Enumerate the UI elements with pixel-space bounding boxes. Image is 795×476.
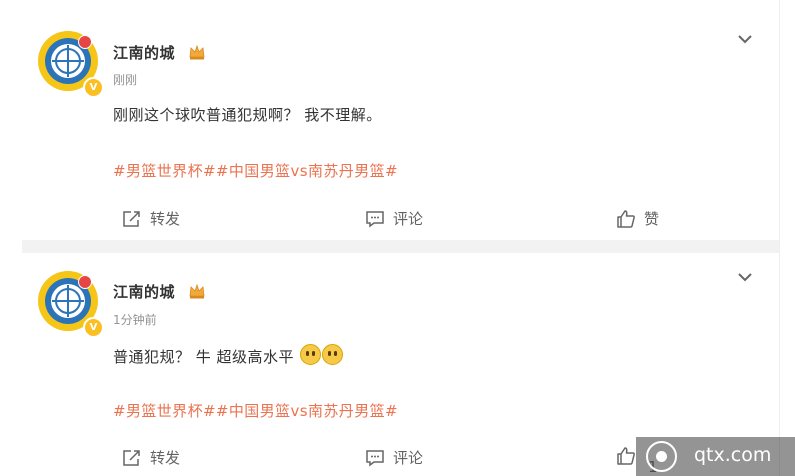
comment-label: 评论: [393, 210, 424, 228]
like-label: 赞: [644, 210, 660, 228]
scroll-edge: [779, 0, 795, 476]
post-content: 刚刚这个球吹普通犯规啊？ 我不理解。: [113, 106, 382, 124]
like-icon: [617, 209, 635, 228]
post-divider: [22, 240, 779, 253]
smile-emoji-icon: [322, 344, 344, 365]
crown-icon: [189, 44, 205, 60]
like-icon: [617, 447, 635, 465]
post-time[interactable]: 1分钟前: [113, 311, 157, 328]
crown-icon: [189, 283, 205, 299]
post-time[interactable]: 刚刚: [113, 71, 137, 88]
comment-button[interactable]: 评论: [365, 447, 423, 468]
watermark-logo-icon: [646, 441, 677, 472]
watermark-text: qtx.com: [694, 444, 772, 466]
comment-icon: [366, 210, 384, 227]
avatar-pin-icon: [78, 275, 92, 289]
feed: V 江南的城 刚刚 刚刚这个球吹普通犯规啊？ 我不理解。 #男篮世界杯##中国男…: [22, 0, 779, 476]
like-button[interactable]: 赞: [616, 208, 659, 229]
post-hashtags[interactable]: #男篮世界杯##中国男篮vs南苏丹男篮#: [113, 160, 398, 181]
avatar-pin-icon: [78, 35, 92, 49]
repost-label: 转发: [150, 210, 181, 228]
post-content: 普通犯规？ 牛 超级高水平: [113, 344, 344, 367]
author-name[interactable]: 江南的城: [113, 281, 175, 302]
watermark: qtx.com: [636, 437, 795, 476]
repost-icon: [123, 449, 140, 466]
chevron-down-icon[interactable]: [735, 29, 755, 49]
comment-label: 评论: [393, 449, 424, 467]
repost-label: 转发: [150, 449, 181, 467]
smile-emoji-icon: [300, 344, 322, 365]
post-content-text: 普通犯规？ 牛 超级高水平: [113, 348, 295, 366]
repost-button[interactable]: 转发: [122, 447, 180, 468]
repost-icon: [123, 210, 140, 227]
comment-icon: [366, 449, 384, 466]
verified-badge-icon: V: [83, 317, 104, 338]
repost-button[interactable]: 转发: [122, 208, 180, 229]
author-name[interactable]: 江南的城: [113, 42, 175, 63]
chevron-down-icon[interactable]: [735, 267, 755, 287]
verified-badge-icon: V: [83, 77, 104, 98]
post-hashtags[interactable]: #男篮世界杯##中国男篮vs南苏丹男篮#: [113, 400, 398, 421]
post-card: V 江南的城 刚刚 刚刚这个球吹普通犯规啊？ 我不理解。 #男篮世界杯##中国男…: [22, 15, 779, 240]
like-button[interactable]: [616, 446, 636, 466]
comment-button[interactable]: 评论: [365, 208, 423, 229]
